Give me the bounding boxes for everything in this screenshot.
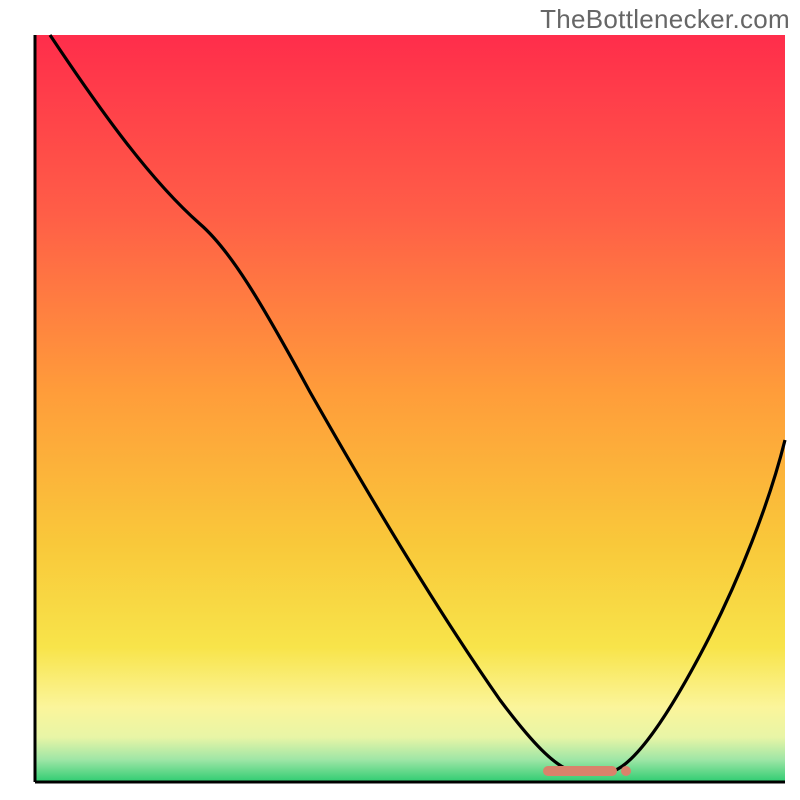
chart-container: TheBottlenecker.com: [0, 0, 800, 800]
watermark-text: TheBottlenecker.com: [540, 4, 790, 35]
plot-background: [35, 35, 785, 782]
chart-svg: [0, 0, 800, 800]
